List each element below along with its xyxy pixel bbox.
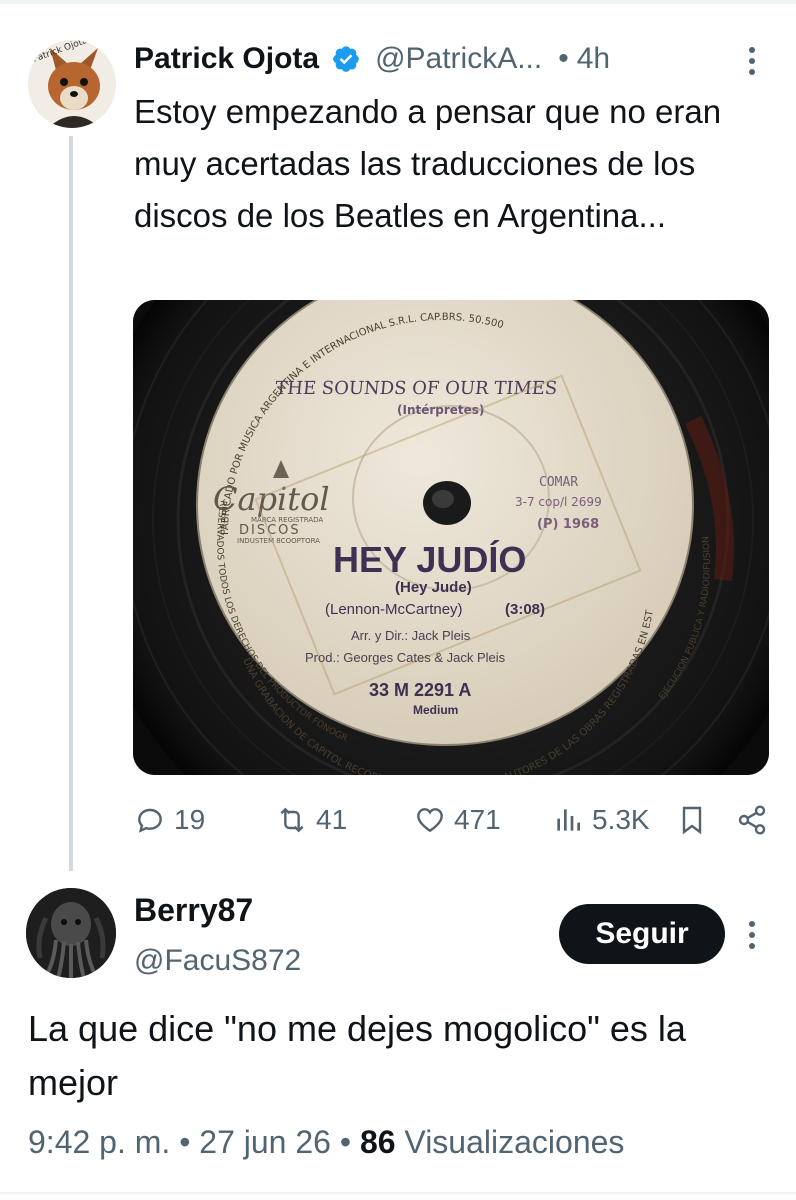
- like-count: 471: [454, 804, 501, 835]
- reply-author-avatar[interactable]: [26, 888, 116, 978]
- song-duration: (3:08): [505, 601, 545, 618]
- reply-time[interactable]: 9:42 p. m.: [28, 1124, 170, 1160]
- creature-avatar-image: [26, 888, 116, 978]
- follow-button[interactable]: Seguir: [559, 904, 725, 964]
- tweet-action-bar: 19 41 471 5.3K: [0, 796, 796, 844]
- reply-author-handle[interactable]: @FacuS872: [134, 944, 301, 978]
- retweet-icon: [280, 807, 304, 833]
- speed-label: Medium: [413, 703, 458, 717]
- bookmark-button[interactable]: [676, 796, 708, 844]
- share-icon: [738, 805, 766, 835]
- author-handle[interactable]: @PatrickA...: [375, 42, 542, 76]
- song-subtitle: (Hey Jude): [395, 579, 472, 596]
- vinyl-record-photo: FABRICADO POR MUSICA ARGENTINA E INTERNA…: [133, 300, 769, 775]
- reply-views-label: Visualizaciones: [404, 1124, 625, 1160]
- label-sub3: INDUSTEM 8COOPTORA: [237, 537, 320, 545]
- comar-line2: 3-7 cop/l 2699: [515, 495, 602, 509]
- songwriters: (Lennon-McCartney): [325, 601, 463, 618]
- retweet-button[interactable]: 41: [276, 796, 347, 844]
- heart-icon: [417, 808, 443, 833]
- comar-line3: (P) 1968: [537, 517, 599, 532]
- artist-name: THE SOUNDS OF OUR TIMES: [274, 378, 558, 399]
- share-button[interactable]: [736, 796, 768, 844]
- reply-date[interactable]: 27 jun 26: [199, 1124, 331, 1160]
- views-icon: [557, 809, 580, 831]
- fox-avatar-image: Patrick Ojota: [28, 40, 116, 128]
- artist-role: (Intérpretes): [397, 403, 484, 417]
- reply-icon: [138, 808, 162, 833]
- views-count: 5.3K: [592, 804, 650, 835]
- separator-dot: •: [179, 1124, 191, 1160]
- reply-meta: 9:42 p. m. • 27 jun 26 • 86 Visualizacio…: [28, 1124, 624, 1161]
- reply-button[interactable]: 19: [134, 796, 205, 844]
- tweet-text: Estoy empezando a pensar que no eran muy…: [134, 93, 722, 234]
- tweet-time[interactable]: 4h: [577, 42, 610, 76]
- catalog-number: 33 M 2291 A: [369, 680, 471, 700]
- author-avatar[interactable]: Patrick Ojota: [28, 40, 116, 128]
- tweet-media-image[interactable]: FABRICADO POR MUSICA ARGENTINA E INTERNA…: [133, 300, 769, 775]
- retweet-count: 41: [316, 804, 348, 835]
- separator-dot: •: [339, 1124, 352, 1160]
- thread-line: [69, 136, 73, 871]
- song-title: HEY JUDÍO: [333, 539, 526, 580]
- reply-count: 19: [174, 804, 206, 835]
- divider: [0, 1192, 796, 1194]
- capitol-logo: Capitol: [213, 480, 330, 518]
- reply-more-options-icon[interactable]: [742, 918, 762, 952]
- reply-views-count: 86: [359, 1124, 396, 1160]
- tweet-detail-page: Patrick Ojota Patrick Ojota @PatrickA...…: [0, 0, 796, 1200]
- tweet-header: Patrick Ojota @PatrickA... • 4h: [134, 38, 610, 80]
- views-button[interactable]: 5.3K: [552, 796, 650, 844]
- like-button[interactable]: 471: [414, 796, 501, 844]
- reply-text: La que dice "no me dejes mogolico" es la…: [28, 1008, 686, 1103]
- comar-line1: COMAR: [539, 475, 578, 490]
- arranger: Arr. y Dir.: Jack Pleis: [351, 628, 471, 643]
- producer: Prod.: Georges Cates & Jack Pleis: [305, 650, 506, 665]
- more-options-icon[interactable]: [742, 44, 762, 78]
- reply-author-name[interactable]: Berry87: [134, 892, 253, 929]
- divider: [0, 0, 796, 4]
- author-name[interactable]: Patrick Ojota: [134, 42, 319, 76]
- verified-badge-icon: [333, 46, 359, 72]
- separator-dot: •: [558, 42, 569, 75]
- bookmark-icon: [682, 806, 702, 835]
